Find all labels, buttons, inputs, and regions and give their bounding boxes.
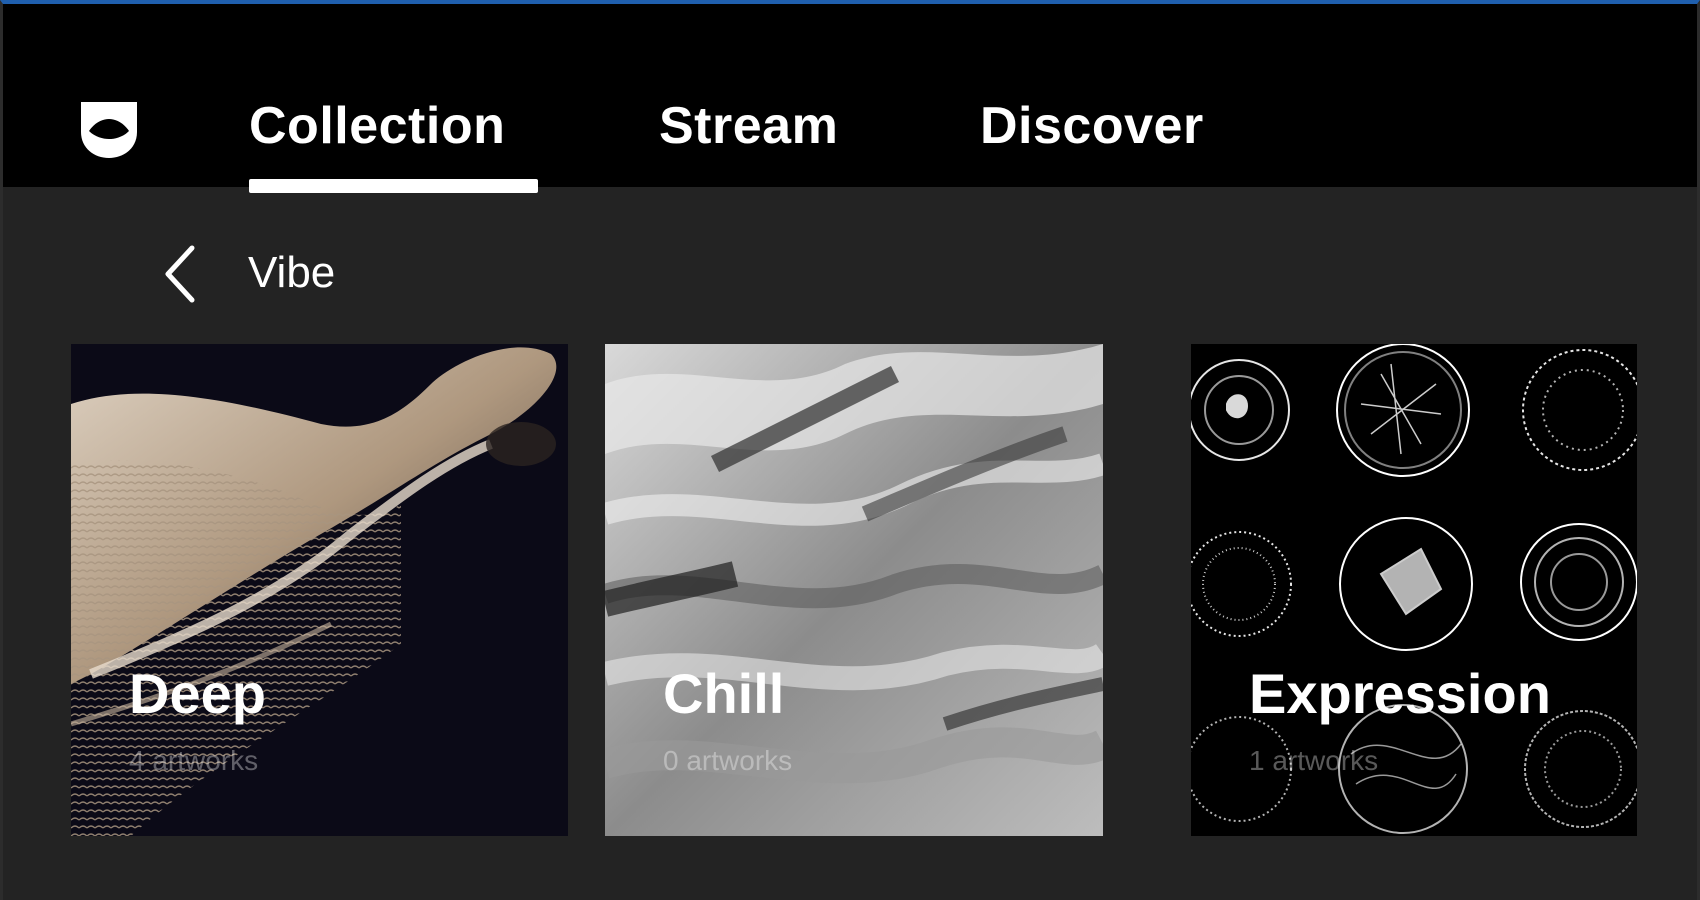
tab-collection[interactable]: Collection [249, 94, 505, 188]
active-tab-indicator [249, 179, 538, 193]
card-title: Chill [663, 662, 785, 725]
card-artwork-count: 0 artworks [663, 745, 793, 776]
top-navigation-bar: Collection Stream Discover [3, 4, 1697, 193]
tab-stream[interactable]: Stream [659, 94, 838, 188]
eye-shield-logo-icon[interactable] [77, 98, 141, 162]
collection-card-expression[interactable]: Expression 1 artworks [1191, 344, 1637, 836]
card-artwork-count: 1 artworks [1249, 745, 1379, 776]
card-artwork-count: 4 artworks [129, 745, 259, 776]
card-title: Deep [129, 662, 266, 725]
collection-card-chill[interactable]: Chill 0 artworks [605, 344, 1103, 836]
card-title: Expression [1249, 662, 1551, 725]
chevron-left-icon[interactable] [158, 242, 206, 306]
collection-card-deep[interactable]: Deep 4 artworks [71, 344, 568, 836]
page-title: Vibe [248, 248, 336, 297]
app-window: Collection Stream Discover Vibe Deep 4 a… [0, 0, 1700, 900]
tab-discover[interactable]: Discover [980, 94, 1204, 188]
